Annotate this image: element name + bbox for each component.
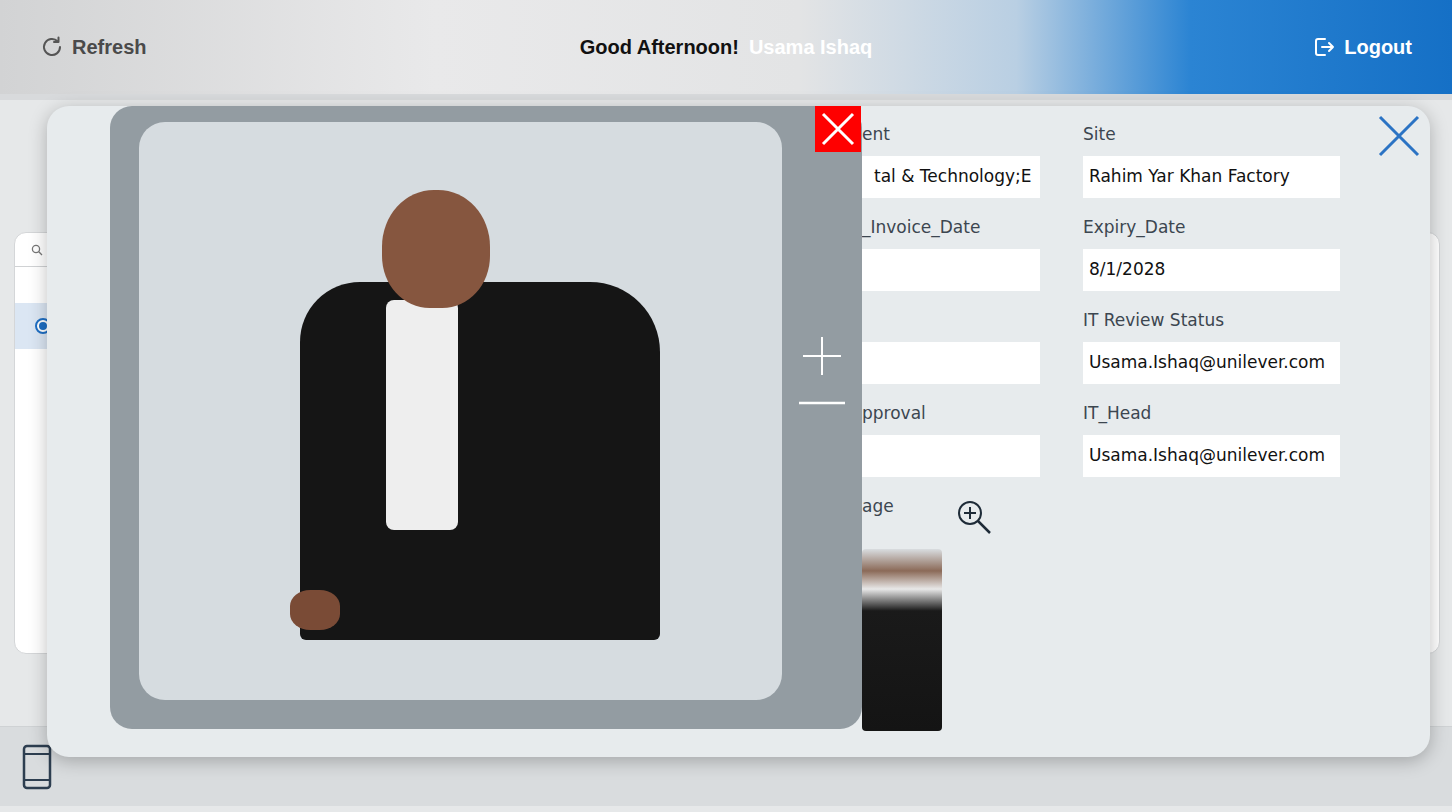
greeting: Good Afternoon! Usama Ishaq <box>580 32 873 62</box>
refresh-icon <box>40 35 64 59</box>
field-label: Site <box>1083 123 1340 145</box>
form-field: IT Review Status Usama.Ishaq@unilever.com <box>1083 309 1340 384</box>
logout-icon <box>1312 35 1336 59</box>
field-input[interactable] <box>862 342 1040 384</box>
person-photo <box>290 190 660 640</box>
field-value[interactable]: 8/1/2028 <box>1089 257 1165 283</box>
field-value[interactable]: Usama.Ishaq@unilever.com <box>1089 443 1325 469</box>
field-input[interactable]: Usama.Ishaq@unilever.com <box>1083 342 1340 384</box>
field-input[interactable]: 8/1/2028 <box>1083 249 1340 291</box>
field-value[interactable]: tal & Technology;E <box>874 164 1032 190</box>
details-dialog: ent tal & Technology;E _Invoice_Datepprova… <box>47 106 1430 757</box>
form-field: Site Rahim Yar Khan Factory <box>1083 123 1340 198</box>
field-input[interactable] <box>862 249 1040 291</box>
form-field: _Invoice_Date <box>862 216 1040 291</box>
field-label: Expiry_Date <box>1083 216 1340 238</box>
field-label: IT Review Status <box>1083 309 1340 331</box>
form-field: Expiry_Date 8/1/2028 <box>1083 216 1340 291</box>
zoom-icon <box>956 499 992 535</box>
logout-button[interactable]: Logout <box>1310 28 1414 66</box>
form-column: Site Rahim Yar Khan Factory Expiry_Date 8/1… <box>1083 106 1340 495</box>
field-input[interactable] <box>862 435 1040 477</box>
greeting-text: Good Afternoon! <box>580 36 739 58</box>
refresh-button[interactable]: Refresh <box>38 28 148 66</box>
close-icon <box>820 111 856 147</box>
search-icon <box>31 244 43 256</box>
form-field: pproval <box>862 402 1040 477</box>
close-button[interactable] <box>1378 115 1420 157</box>
field-input[interactable]: Rahim Yar Khan Factory <box>1083 156 1340 198</box>
image-pane <box>139 122 782 700</box>
field-input[interactable]: Usama.Ishaq@unilever.com <box>1083 435 1340 477</box>
zoom-button[interactable] <box>956 499 992 535</box>
field-label: ent <box>862 123 1040 145</box>
plus-icon <box>802 336 842 376</box>
refresh-label[interactable]: Refresh <box>72 32 146 62</box>
top-bar: Refresh Good Afternoon! Usama Ishaq Logou… <box>0 0 1452 100</box>
close-icon <box>1378 115 1420 157</box>
image-thumbnail[interactable] <box>862 549 942 731</box>
tablet-icon[interactable] <box>22 744 52 790</box>
field-input[interactable]: tal & Technology;E <box>862 156 1040 198</box>
form-column: ent tal & Technology;E _Invoice_Datepprova… <box>862 106 1040 731</box>
field-label: _Invoice_Date <box>862 216 1040 238</box>
minus-icon <box>798 393 846 413</box>
field-label <box>862 309 1040 331</box>
zoom-in-button[interactable] <box>802 336 842 376</box>
form-field: IT_Head Usama.Ishaq@unilever.com <box>1083 402 1340 477</box>
field-value[interactable]: Usama.Ishaq@unilever.com <box>1089 350 1325 376</box>
form-field: ent tal & Technology;E <box>862 123 1040 198</box>
field-label: IT_Head <box>1083 402 1340 424</box>
field-label: age <box>862 495 894 517</box>
image-field: age <box>862 495 1040 535</box>
viewer-close-button[interactable] <box>815 106 861 152</box>
zoom-out-button[interactable] <box>798 393 846 413</box>
field-label: pproval <box>862 402 1040 424</box>
logout-label[interactable]: Logout <box>1344 32 1412 62</box>
image-viewer <box>110 106 862 729</box>
field-value[interactable]: Rahim Yar Khan Factory <box>1089 164 1290 190</box>
user-name: Usama Ishaq <box>749 36 872 58</box>
form-field <box>862 309 1040 384</box>
